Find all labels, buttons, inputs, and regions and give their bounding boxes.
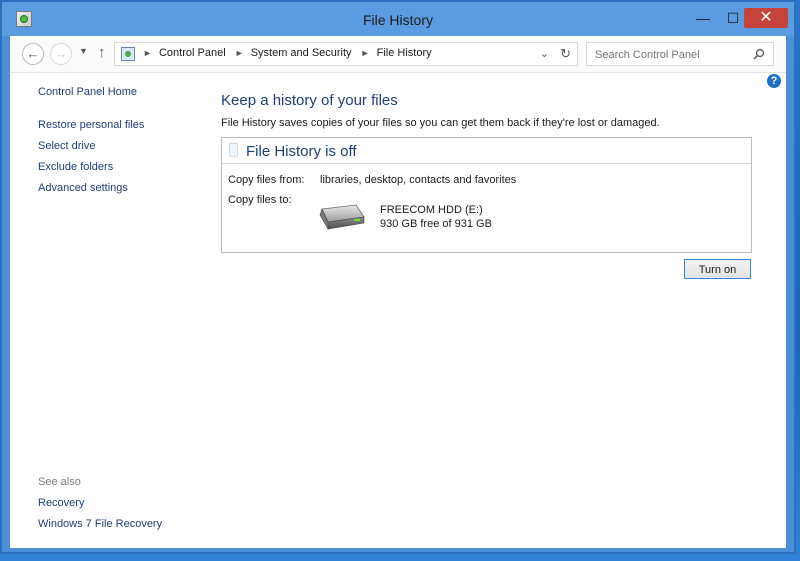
window-client-area: ← → ▼ ↑ ► Control Panel ► System and Sec… [10,36,786,548]
search-input[interactable] [593,46,747,64]
breadcrumb-separator-icon[interactable]: ► [143,48,152,58]
sidebar: Control Panel Home Restore personal file… [38,82,208,542]
control-panel-home-link[interactable]: Control Panel Home [38,86,137,98]
drive-free-space: 930 GB free of 931 GB [380,218,492,230]
control-panel-icon [121,47,135,61]
copy-from-label: Copy files from: [228,174,305,186]
minimize-button[interactable]: — [690,8,716,28]
status-title: File History is off [246,143,357,160]
breadcrumb-system-and-security[interactable]: System and Security [251,47,352,59]
breadcrumb: ► Control Panel ► System and Security ► … [141,47,436,59]
status-header: File History is off [222,138,751,164]
breadcrumb-control-panel[interactable]: Control Panel [159,47,226,59]
recent-locations-icon[interactable]: ▼ [79,46,88,56]
breadcrumb-separator-icon[interactable]: ► [235,48,244,58]
breadcrumb-file-history[interactable]: File History [377,47,432,59]
address-bar[interactable]: ► Control Panel ► System and Security ► … [114,42,578,66]
hard-drive-icon [319,204,365,231]
recovery-link[interactable]: Recovery [38,497,84,509]
exclude-folders-link[interactable]: Exclude folders [38,161,113,173]
page-description: File History saves copies of your files … [221,117,660,129]
help-icon[interactable]: ? [767,74,781,88]
refresh-icon[interactable]: ↻ [560,46,571,62]
navigation-bar: ← → ▼ ↑ ► Control Panel ► System and Sec… [10,36,786,73]
forward-icon[interactable]: → [50,43,72,65]
file-history-window: File History — ☐ ✕ ← → ▼ ↑ ► Control Pan… [0,0,796,554]
copy-from-value: libraries, desktop, contacts and favorit… [320,174,517,186]
page-title: Keep a history of your files [221,92,398,109]
status-panel: File History is off Copy files from: lib… [221,137,752,253]
search-box[interactable] [586,42,774,66]
windows-7-file-recovery-link[interactable]: Windows 7 File Recovery [38,518,162,530]
close-button[interactable]: ✕ [744,8,788,28]
select-drive-link[interactable]: Select drive [38,140,95,152]
address-dropdown-icon[interactable]: ⌄ [540,47,549,60]
see-also-label: See also [38,476,81,488]
breadcrumb-separator-icon[interactable]: ► [361,48,370,58]
window-title: File History [362,12,433,28]
status-indicator [229,143,238,157]
back-icon[interactable]: ← [22,43,44,65]
drive-name: FREECOM HDD (E:) [380,204,483,216]
advanced-settings-link[interactable]: Advanced settings [38,182,128,194]
title-bar[interactable]: File History — ☐ ✕ [2,2,794,36]
up-icon[interactable]: ↑ [98,44,106,61]
turn-on-button[interactable]: Turn on [684,259,751,279]
maximize-button[interactable]: ☐ [720,8,746,28]
restore-personal-files-link[interactable]: Restore personal files [38,119,144,131]
search-icon[interactable] [753,48,765,60]
copy-to-label: Copy files to: [228,194,292,206]
